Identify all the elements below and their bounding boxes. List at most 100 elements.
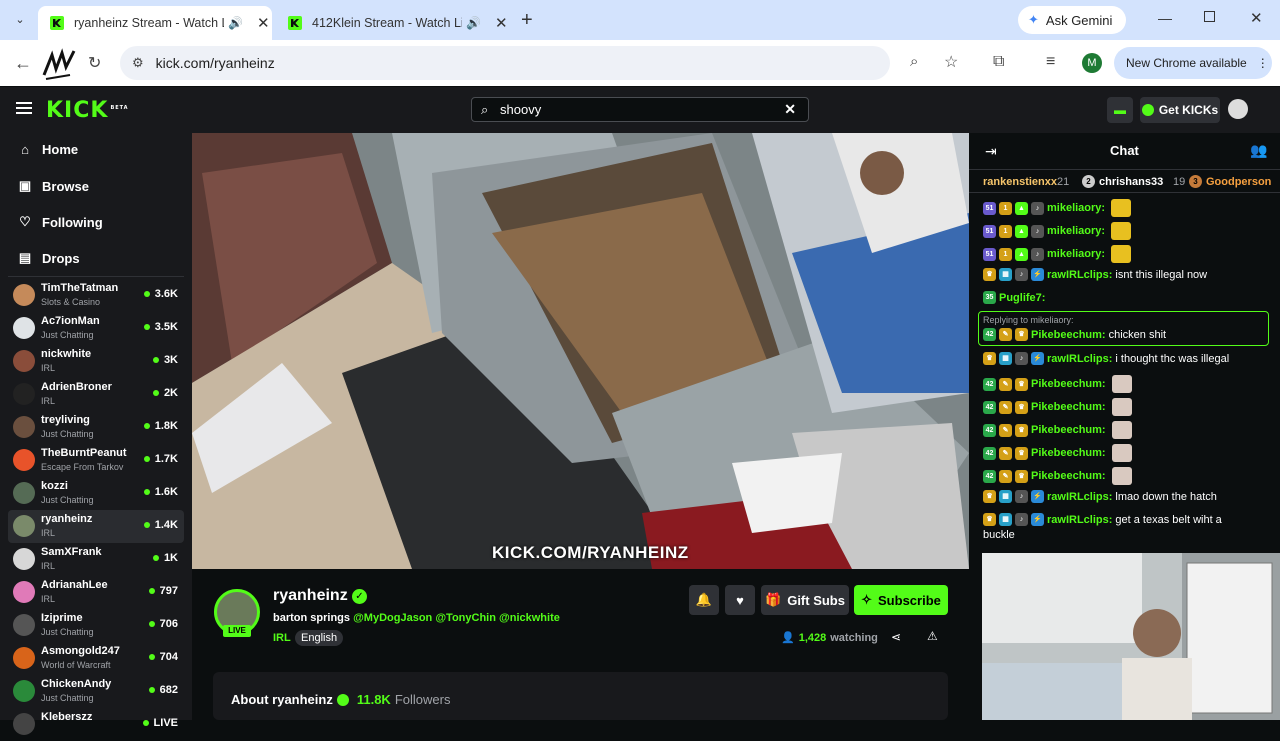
sidebar-channel[interactable]: Ac7ionMan Just Chatting 3.5K — [8, 312, 184, 345]
sidebar-channel[interactable]: AdrienBroner IRL 2K — [8, 378, 184, 411]
emote-icon — [1111, 421, 1132, 439]
chat-message[interactable]: 51 1 ▲ ♪ mikeliaory: — [983, 222, 1132, 240]
back-icon[interactable]: ← — [14, 53, 32, 74]
tab-search-icon[interactable]: ⌄ — [9, 9, 31, 31]
chat-username[interactable]: rawIRLclips: — [1047, 353, 1112, 365]
kick-favicon-icon — [50, 16, 64, 30]
media-controls-icon[interactable]: ≡ — [1046, 53, 1055, 71]
wallet-icon[interactable]: ▬ — [1107, 97, 1133, 123]
chat-message[interactable]: ♛ ▦ ♪ ⚡ rawIRLclips: isnt this illegal now — [983, 268, 1207, 281]
channel-category: Just Chatting — [41, 429, 94, 439]
streamer-name[interactable]: ryanheinz — [273, 587, 348, 605]
nav-home[interactable]: ⌂ Home — [18, 142, 78, 157]
badge-icon: ♛ — [983, 513, 996, 526]
sidebar-channel[interactable]: AdrianahLee IRL 797 — [8, 576, 184, 609]
gifter-name[interactable]: rankenstienxx — [983, 176, 1057, 188]
chat-username[interactable]: rawIRLclips: — [1047, 269, 1112, 281]
chat-username[interactable]: Pikebeechum: — [1031, 401, 1106, 413]
chat-message[interactable]: 42 ✎ ♛ Pikebeechum: — [983, 421, 1132, 439]
sidebar-channel[interactable]: Asmongold247 World of Warcraft 704 — [8, 642, 184, 675]
kick-logo[interactable]: KICK BETA — [46, 98, 129, 123]
chat-message[interactable]: 42 ✎ ♛ Pikebeechum: chicken shit — [983, 328, 1166, 341]
chat-users-icon[interactable]: 👥 — [1250, 142, 1267, 159]
channel-name: nickwhite — [41, 348, 92, 360]
tab-ryanheinz[interactable]: ryanheinz Stream - Watch Live 🔊 ✕ — [38, 6, 272, 40]
chat-username[interactable]: rawIRLclips: — [1047, 491, 1112, 503]
chat-message[interactable]: 42 ✎ ♛ Pikebeechum: — [983, 398, 1132, 416]
channel-avatar — [13, 416, 35, 438]
channel-viewers: 3.6K — [144, 288, 178, 300]
chat-username[interactable]: Pikebeechum: — [1031, 424, 1106, 436]
sparkle-icon: ✧ — [861, 592, 873, 607]
chat-message[interactable]: 51 1 ▲ ♪ mikeliaory: — [983, 245, 1132, 263]
zoom-icon[interactable]: ⌕ — [910, 53, 918, 70]
restore-icon[interactable] — [1204, 11, 1215, 22]
chat-username[interactable]: mikeliaory: — [1047, 202, 1105, 214]
sidebar-channel[interactable]: treyliving Just Chatting 1.8K — [8, 411, 184, 444]
chat-username[interactable]: Puglife7: — [999, 292, 1045, 304]
gifter-name[interactable]: chrishans33 — [1099, 176, 1163, 188]
sidebar-channel[interactable]: ChickenAndy Just Chatting 682 — [8, 675, 184, 708]
sidebar-channel[interactable]: SamXFrank IRL 1K — [8, 543, 184, 576]
address-bar[interactable]: ⚙ kick.com/ryanheinz ⌕ ☆ — [120, 46, 958, 80]
chat-message[interactable]: 42 ✎ ♛ Pikebeechum: — [983, 467, 1132, 485]
chat-message[interactable]: 42 ✎ ♛ Pikebeechum: — [983, 444, 1132, 462]
chat-message[interactable]: 35 Puglife7: — [983, 291, 1048, 304]
bookmark-star-icon[interactable]: ☆ — [944, 52, 958, 72]
extensions-icon[interactable]: ⧉ — [993, 53, 1004, 71]
chat-username[interactable]: rawIRLclips: — [1047, 514, 1112, 526]
chat-message[interactable]: 51 1 ▲ ♪ mikeliaory: — [983, 199, 1132, 217]
chat-message[interactable]: ♛ ▦ ♪ ⚡ rawIRLclips: lmao down the hatch — [983, 490, 1217, 503]
tab-412klein[interactable]: 412Klein Stream - Watch Live 🔊 ✕ — [276, 6, 510, 40]
follow-button[interactable]: ♥ — [725, 585, 755, 615]
nav-browse[interactable]: ▣ Browse — [18, 178, 89, 194]
category-link[interactable]: IRL — [273, 632, 291, 644]
share-icon[interactable]: ⋖ — [891, 630, 901, 644]
nav-drops[interactable]: ▤ Drops — [18, 250, 80, 266]
notification-bell-button[interactable]: 🔔 — [689, 585, 719, 615]
nav-following[interactable]: ♡ Following — [18, 214, 102, 230]
sidebar-channel[interactable]: TimTheTatman Slots & Casino 3.6K — [8, 279, 184, 312]
title-mentions[interactable]: @MyDogJason @TonyChin @nickwhite — [353, 612, 560, 624]
sidebar-channel[interactable]: kozzi Just Chatting 1.6K — [8, 477, 184, 510]
chat-message[interactable]: ♛ ▦ ♪ ⚡ rawIRLclips: i thought thc was illega… — [983, 352, 1229, 365]
channel-category: Slots & Casino — [41, 297, 101, 307]
user-avatar[interactable] — [1228, 99, 1248, 119]
collapse-chat-icon[interactable]: ⇥ — [985, 143, 997, 160]
subscribe-button[interactable]: ✧ Subscribe — [854, 585, 948, 615]
sidebar-channel[interactable]: TheBurntPeanut Escape From Tarkov 1.7K — [8, 444, 184, 477]
report-icon[interactable]: ⚠ — [927, 629, 938, 643]
close-window-icon[interactable]: ✕ — [1250, 9, 1263, 27]
chat-username[interactable]: Pikebeechum: — [1031, 470, 1106, 482]
sidebar-channel[interactable]: nickwhite IRL 3K — [8, 345, 184, 378]
minimize-icon[interactable]: — — [1158, 10, 1172, 26]
chat-username[interactable]: Pikebeechum: — [1031, 447, 1106, 459]
search-input[interactable]: ⌕ shoovy ✕ — [471, 97, 809, 122]
language-tag[interactable]: English — [295, 630, 344, 646]
clear-search-icon[interactable]: ✕ — [784, 101, 796, 118]
get-kicks-button[interactable]: Get KICKs — [1140, 97, 1220, 123]
ask-gemini-button[interactable]: ✦ Ask Gemini — [1018, 6, 1126, 34]
gifter-name[interactable]: Goodperson — [1206, 176, 1271, 188]
chat-username[interactable]: mikeliaory: — [1047, 225, 1105, 237]
site-info-icon[interactable]: ⚙ — [132, 55, 144, 71]
chrome-update-button[interactable]: New Chrome available ⋮ — [1114, 47, 1272, 79]
sidebar-channel[interactable]: ryanheinz IRL 1.4K — [8, 510, 184, 543]
gift-subs-button[interactable]: 🎁 Gift Subs — [761, 585, 849, 615]
heart-icon: ♥ — [736, 592, 744, 608]
chat-username[interactable]: Pikebeechum: — [1031, 329, 1106, 341]
close-tab-icon[interactable]: ✕ — [495, 14, 508, 32]
chat-message[interactable]: 42 ✎ ♛ Pikebeechum: — [983, 375, 1132, 393]
sidebar-channel[interactable]: Kleberszz LIVE — [8, 708, 184, 741]
channel-viewers: 797 — [149, 585, 178, 597]
chat-username[interactable]: Pikebeechum: — [1031, 378, 1106, 390]
profile-avatar[interactable]: M — [1082, 53, 1102, 73]
chat-message[interactable]: ♛ ▦ ♪ ⚡ rawIRLclips: get a texas belt wiht a — [983, 513, 1222, 526]
reload-icon[interactable]: ↻ — [88, 53, 101, 73]
close-tab-icon[interactable]: ✕ — [257, 14, 270, 32]
sidebar-channel[interactable]: Iziprime Just Chatting 706 — [8, 609, 184, 642]
chat-username[interactable]: mikeliaory: — [1047, 248, 1105, 260]
new-tab-icon[interactable]: + — [521, 9, 533, 32]
menu-icon[interactable] — [16, 102, 32, 104]
video-player[interactable]: KICK.COM/RYANHEINZ — [192, 133, 969, 569]
